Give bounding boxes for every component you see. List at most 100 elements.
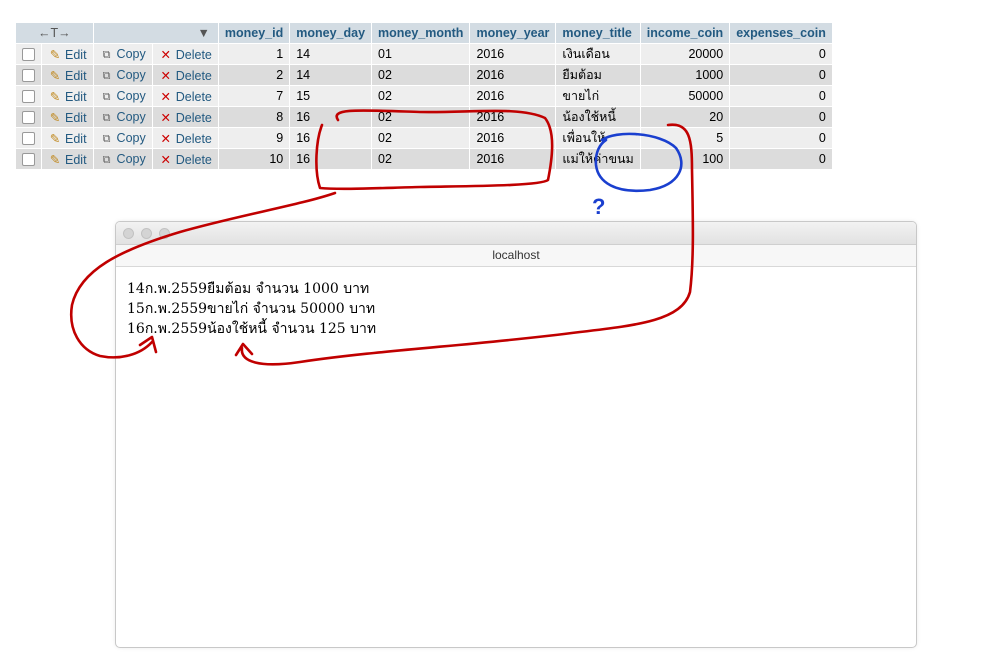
copy-label: Copy (116, 109, 146, 124)
table-row: ✎ Edit ⧉ Copy ✕ Delete 1 14 01 2016 เงินเดือน 20000… (16, 44, 832, 64)
checkbox[interactable] (22, 69, 35, 83)
copy-button[interactable]: ⧉ Copy (93, 128, 152, 148)
sort-dropdown-icon[interactable]: ▼ (93, 23, 218, 43)
delete-icon: ✕ (160, 47, 171, 62)
cell-income-coin: 20000 (640, 44, 730, 64)
zoom-window-button[interactable] (159, 228, 170, 239)
copy-button[interactable]: ⧉ Copy (93, 107, 152, 127)
window-titlebar (116, 222, 916, 245)
cell-money-id: 1 (218, 44, 290, 64)
column-header-money-id[interactable]: money_id (218, 23, 290, 43)
column-header-expenses-coin[interactable]: expenses_coin (730, 23, 832, 43)
output-line: 16ก.พ.2559น้องใช้หนี้ จำนวน 125 บาท (127, 321, 377, 337)
delete-label: Delete (175, 131, 212, 146)
copy-icon: ⧉ (102, 90, 111, 103)
edit-label: Edit (65, 152, 87, 167)
table-row: ✎ Edit ⧉ Copy ✕ Delete 7 15 02 2016 ขายไก่ 50000 0 (16, 86, 832, 106)
address-bar[interactable]: localhost (116, 245, 916, 267)
copy-icon: ⧉ (102, 132, 111, 145)
cell-money-year: 2016 (470, 107, 556, 127)
row-checkbox[interactable] (16, 128, 41, 148)
edit-button[interactable]: ✎ Edit (42, 86, 93, 106)
cell-money-id: 8 (218, 107, 290, 127)
cell-expenses-coin: 0 (730, 107, 832, 127)
copy-button[interactable]: ⧉ Copy (93, 149, 152, 169)
edit-button[interactable]: ✎ Edit (42, 149, 93, 169)
cell-expenses-coin: 0 (730, 44, 832, 64)
output-line: 15ก.พ.2559ขายไก่ จำนวน 50000 บาท (127, 301, 376, 317)
cell-money-day: 14 (290, 44, 372, 64)
row-checkbox[interactable] (16, 44, 41, 64)
checkbox[interactable] (22, 90, 35, 104)
output-line: 14ก.พ.2559ยืมต้อม จำนวน 1000 บาท (127, 281, 370, 297)
row-checkbox[interactable] (16, 149, 41, 169)
copy-label: Copy (116, 67, 146, 82)
column-header-money-month[interactable]: money_month (372, 23, 470, 43)
checkbox[interactable] (22, 132, 35, 146)
checkbox[interactable] (22, 111, 35, 125)
delete-icon: ✕ (160, 110, 171, 125)
checkbox[interactable] (22, 153, 35, 167)
table-row: ✎ Edit ⧉ Copy ✕ Delete 2 14 02 2016 ยืมต้อม 1000 0 (16, 65, 832, 85)
minimize-window-button[interactable] (141, 228, 152, 239)
cell-money-title: ขายไก่ (556, 86, 640, 106)
cell-money-day: 16 (290, 149, 372, 169)
cell-money-day: 14 (290, 65, 372, 85)
cell-money-month: 02 (372, 65, 470, 85)
cell-money-month: 02 (372, 128, 470, 148)
cell-money-year: 2016 (470, 44, 556, 64)
row-checkbox[interactable] (16, 65, 41, 85)
cell-money-year: 2016 (470, 65, 556, 85)
copy-button[interactable]: ⧉ Copy (93, 65, 152, 85)
cell-money-day: 16 (290, 128, 372, 148)
edit-button[interactable]: ✎ Edit (42, 65, 93, 85)
edit-button[interactable]: ✎ Edit (42, 107, 93, 127)
delete-icon: ✕ (160, 89, 171, 104)
column-header-money-year[interactable]: money_year (470, 23, 556, 43)
pencil-icon: ✎ (49, 110, 61, 125)
cell-income-coin: 50000 (640, 86, 730, 106)
edit-label: Edit (65, 110, 87, 125)
delete-button[interactable]: ✕ Delete (152, 65, 218, 85)
cell-money-month: 02 (372, 86, 470, 106)
cell-money-id: 9 (218, 128, 290, 148)
copy-button[interactable]: ⧉ Copy (93, 86, 152, 106)
cell-money-id: 10 (218, 149, 290, 169)
row-checkbox[interactable] (16, 107, 41, 127)
cell-money-year: 2016 (470, 86, 556, 106)
delete-button[interactable]: ✕ Delete (152, 44, 218, 64)
column-header-income-coin[interactable]: income_coin (640, 23, 730, 43)
page-output: 14ก.พ.2559ยืมต้อม จำนวน 1000 บาท 15ก.พ.2… (116, 267, 916, 339)
cell-money-year: 2016 (470, 128, 556, 148)
column-header-money-day[interactable]: money_day (290, 23, 372, 43)
cell-money-month: 02 (372, 149, 470, 169)
delete-icon: ✕ (160, 131, 171, 146)
delete-button[interactable]: ✕ Delete (152, 107, 218, 127)
edit-button[interactable]: ✎ Edit (42, 44, 93, 64)
cell-expenses-coin: 0 (730, 128, 832, 148)
copy-icon: ⧉ (102, 69, 111, 82)
row-checkbox[interactable] (16, 86, 41, 106)
cell-money-id: 2 (218, 65, 290, 85)
delete-button[interactable]: ✕ Delete (152, 149, 218, 169)
delete-button[interactable]: ✕ Delete (152, 128, 218, 148)
column-arrows-header[interactable]: ←T→ (16, 23, 93, 43)
cell-expenses-coin: 0 (730, 65, 832, 85)
edit-label: Edit (65, 68, 87, 83)
checkbox[interactable] (22, 48, 35, 62)
edit-label: Edit (65, 89, 87, 104)
pencil-icon: ✎ (49, 47, 61, 62)
edit-label: Edit (65, 131, 87, 146)
edit-button[interactable]: ✎ Edit (42, 128, 93, 148)
results-table: ←T→ ▼ money_id money_day money_month mon… (15, 22, 833, 170)
cell-money-title: แม่ให้ค่าขนม (556, 149, 640, 169)
delete-button[interactable]: ✕ Delete (152, 86, 218, 106)
copy-button[interactable]: ⧉ Copy (93, 44, 152, 64)
cell-money-title: ยืมต้อม (556, 65, 640, 85)
cell-income-coin: 5 (640, 128, 730, 148)
close-window-button[interactable] (123, 228, 134, 239)
edit-label: Edit (65, 47, 87, 62)
column-header-money-title[interactable]: money_title (556, 23, 640, 43)
copy-label: Copy (116, 46, 146, 61)
pencil-icon: ✎ (49, 68, 61, 83)
